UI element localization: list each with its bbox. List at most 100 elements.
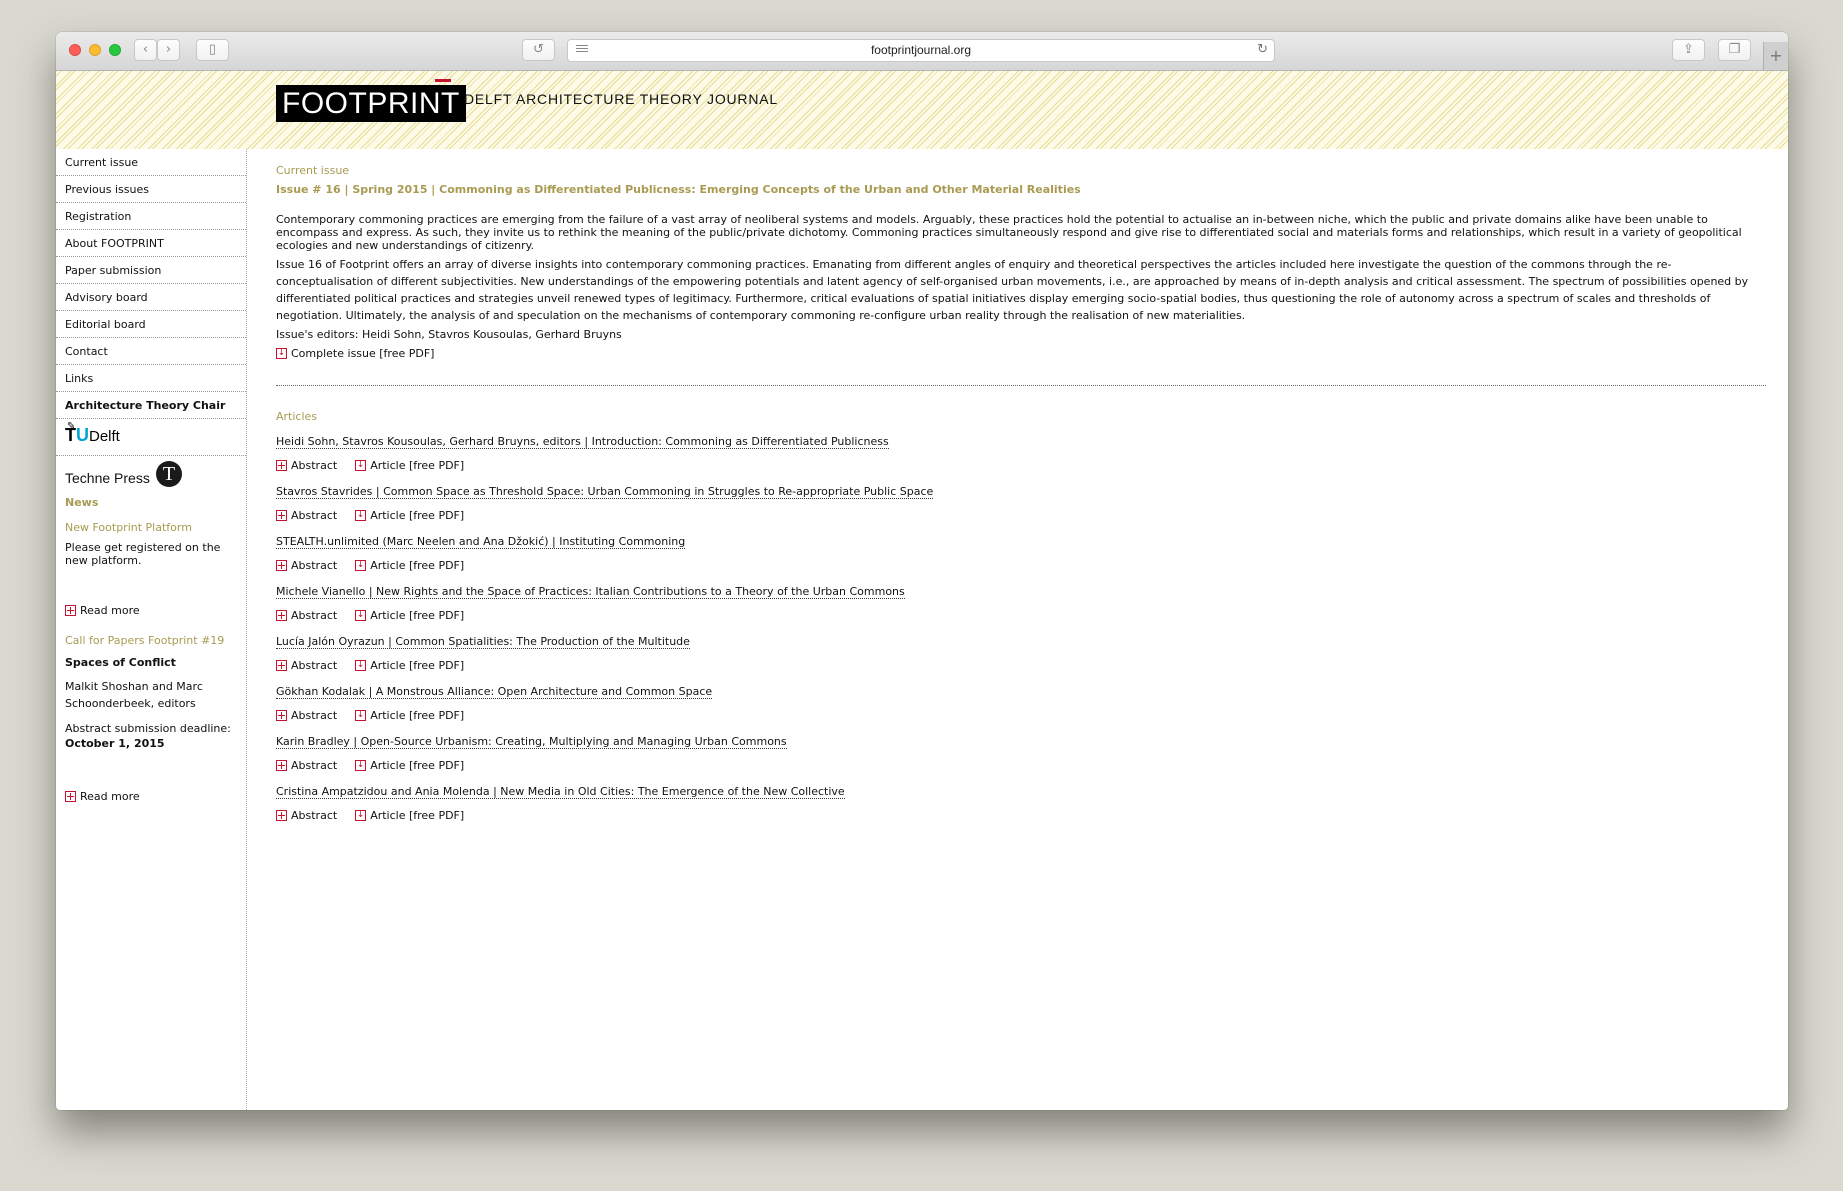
abstract-toggle[interactable]: Abstract	[276, 709, 337, 722]
nav-links[interactable]: Links	[56, 365, 246, 392]
nav-registration[interactable]: Registration	[56, 203, 246, 230]
download-icon: ↓	[355, 610, 367, 621]
plus-icon	[276, 810, 287, 821]
issue-editors: Issue's editors: Heidi Sohn, Stavros Kou…	[276, 328, 622, 341]
main-content: Current issue Issue # 16 | Spring 2015 |…	[276, 149, 1766, 822]
articles-heading: Articles	[276, 410, 318, 423]
techne-press-label: Techne Press	[65, 470, 150, 486]
nav-architecture-theory-chair[interactable]: Architecture Theory Chair	[56, 392, 246, 419]
download-icon: ↓	[355, 560, 367, 571]
site-tagline: DELFT ARCHITECTURE THEORY JOURNAL	[464, 91, 778, 107]
article-title-link[interactable]: Cristina Ampatzidou and Ania Molenda | N…	[276, 786, 845, 799]
article-pdf-link[interactable]: ↓ Article [free PDF]	[355, 509, 464, 522]
article-title-link[interactable]: Heidi Sohn, Stavros Kousoulas, Gerhard B…	[276, 436, 889, 449]
article-pdf-link[interactable]: ↓ Article [free PDF]	[355, 759, 464, 772]
abstract-toggle[interactable]: Abstract	[276, 609, 337, 622]
download-icon: ↓	[355, 510, 367, 521]
plus-icon	[276, 510, 287, 521]
url-text: footprintjournal.org	[870, 43, 972, 57]
deadline-label: Abstract submission deadline:	[65, 722, 231, 735]
article-pdf-link[interactable]: ↓ Article [free PDF]	[355, 609, 464, 622]
nav-contact[interactable]: Contact	[56, 338, 246, 365]
article-title-link[interactable]: STEALTH.unlimited (Marc Neelen and Ana D…	[276, 536, 686, 549]
site-banner: FOOTPRINT DELFT ARCHITECTURE THEORY JOUR…	[56, 71, 1788, 149]
back-button[interactable]: ‹	[134, 39, 157, 61]
nav-about[interactable]: About FOOTPRINT	[56, 230, 246, 257]
intro-paragraph: Contemporary commoning practices are eme…	[276, 213, 1742, 252]
article-item: Cristina Ampatzidou and Ania Molenda | N…	[276, 785, 1766, 822]
new-tab-button[interactable]: +	[1763, 42, 1788, 70]
read-more-link[interactable]: Read more	[65, 604, 237, 617]
article-title-link[interactable]: Stavros Stavrides | Common Space as Thre…	[276, 486, 934, 499]
news-heading: News	[65, 496, 99, 509]
download-icon: ↓	[355, 660, 367, 671]
article-item: Heidi Sohn, Stavros Kousoulas, Gerhard B…	[276, 435, 1766, 472]
article-pdf-link[interactable]: ↓ Article [free PDF]	[355, 559, 464, 572]
nav-current-issue[interactable]: Current issue	[56, 149, 246, 176]
news-item-title[interactable]: New Footprint Platform	[65, 521, 237, 534]
complete-issue-link[interactable]: ↓ Complete issue [free PDF]	[276, 347, 1766, 360]
sidebar: Current issue Previous issues Registrati…	[56, 149, 247, 1110]
article-title-link[interactable]: Michele Vianello | New Rights and the Sp…	[276, 586, 905, 599]
address-bar[interactable]: footprintjournal.org ↻	[567, 39, 1275, 62]
plus-icon	[276, 710, 287, 721]
site-logo[interactable]: FOOTPRINT	[276, 85, 466, 122]
reload-icon[interactable]: ↻	[1257, 42, 1268, 57]
nav-previous-issues[interactable]: Previous issues	[56, 176, 246, 203]
download-icon: ↓	[355, 760, 367, 771]
share-icon: ⇪	[1683, 42, 1694, 57]
article-pdf-link[interactable]: ↓ Article [free PDF]	[355, 809, 464, 822]
browser-toolbar: ‹ › ▯ ↺ footprintjournal.org ↻ ⇪ ❐ +	[56, 32, 1788, 71]
nav-paper-submission[interactable]: Paper submission	[56, 257, 246, 284]
chevron-left-icon: ‹	[142, 42, 149, 57]
plus-icon	[276, 660, 287, 671]
abstract-toggle[interactable]: Abstract	[276, 509, 337, 522]
download-icon: ↓	[355, 460, 367, 471]
news-item-title[interactable]: Call for Papers Footprint #19	[65, 634, 237, 647]
forward-button[interactable]: ›	[157, 39, 180, 61]
article-title-link[interactable]: Gökhan Kodalak | A Monstrous Alliance: O…	[276, 686, 713, 699]
section-divider	[276, 385, 1766, 386]
plus-icon	[276, 760, 287, 771]
read-more-link[interactable]: Read more	[65, 790, 237, 803]
article-item: Stavros Stavrides | Common Space as Thre…	[276, 485, 1766, 522]
abstract-toggle[interactable]: Abstract	[276, 559, 337, 572]
browser-window: ‹ › ▯ ↺ footprintjournal.org ↻ ⇪ ❐ + FOO…	[56, 32, 1788, 1110]
article-item: STEALTH.unlimited (Marc Neelen and Ana D…	[276, 535, 1766, 572]
techne-press-link[interactable]: Techne Press T	[56, 456, 246, 492]
tudelft-logo[interactable]: ✎ TUDelft	[56, 419, 246, 456]
close-window-button[interactable]	[69, 44, 81, 56]
abstract-toggle[interactable]: Abstract	[276, 759, 337, 772]
article-title-link[interactable]: Lucía Jalón Oyrazun | Common Spatialitie…	[276, 636, 690, 649]
sidebar-toggle-button[interactable]: ▯	[196, 39, 229, 61]
article-pdf-link[interactable]: ↓ Article [free PDF]	[355, 459, 464, 472]
article-pdf-link[interactable]: ↓ Article [free PDF]	[355, 709, 464, 722]
share-button[interactable]: ⇪	[1672, 39, 1705, 61]
nav-advisory-board[interactable]: Advisory board	[56, 284, 246, 311]
plus-icon	[65, 605, 76, 616]
rewind-icon: ↺	[533, 42, 544, 57]
plus-icon	[276, 460, 287, 471]
minimize-window-button[interactable]	[89, 44, 101, 56]
download-icon: ↓	[276, 348, 287, 359]
tabs-overview-button[interactable]: ❐	[1718, 39, 1751, 61]
plus-icon	[276, 560, 287, 571]
download-icon: ↓	[355, 810, 367, 821]
article-item: Michele Vianello | New Rights and the Sp…	[276, 585, 1766, 622]
techne-logo-icon: T	[156, 461, 182, 487]
article-pdf-link[interactable]: ↓ Article [free PDF]	[355, 659, 464, 672]
nav-editorial-board[interactable]: Editorial board	[56, 311, 246, 338]
abstract-toggle[interactable]: Abstract	[276, 659, 337, 672]
article-item: Gökhan Kodalak | A Monstrous Alliance: O…	[276, 685, 1766, 722]
download-icon: ↓	[355, 710, 367, 721]
plus-icon	[65, 791, 76, 802]
zoom-window-button[interactable]	[109, 44, 121, 56]
article-title-link[interactable]: Karin Bradley | Open-Source Urbanism: Cr…	[276, 736, 787, 749]
intro-paragraph: Issue 16 of Footprint offers an array of…	[276, 258, 1749, 322]
deadline-date: October 1, 2015	[65, 737, 165, 750]
history-button[interactable]: ↺	[522, 39, 555, 61]
abstract-toggle[interactable]: Abstract	[276, 459, 337, 472]
tabs-icon: ❐	[1728, 42, 1741, 57]
abstract-toggle[interactable]: Abstract	[276, 809, 337, 822]
news-item-subtitle: Spaces of Conflict	[65, 656, 176, 669]
